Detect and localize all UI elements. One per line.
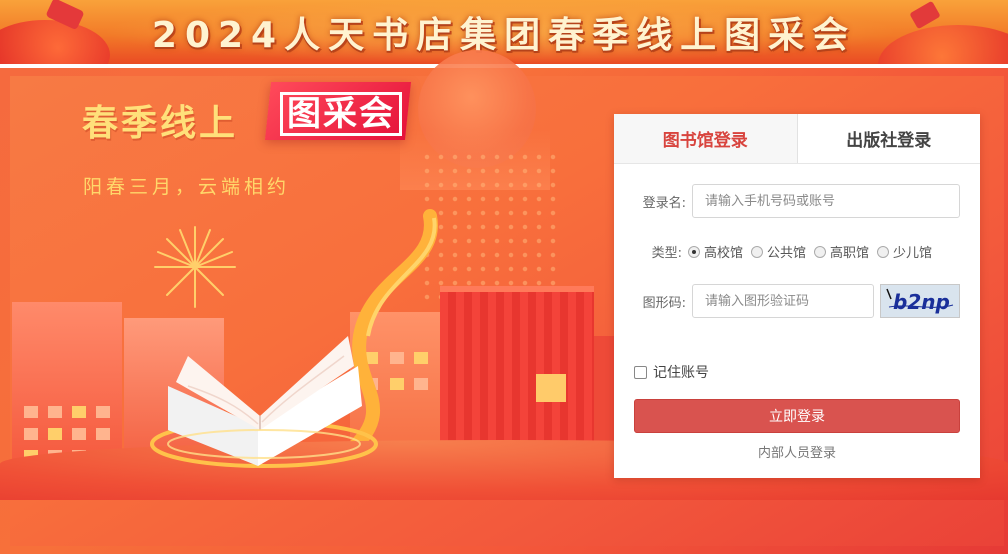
type-label: 类型: [651,246,682,261]
top-banner: 2024人天书店集团春季线上图采会 [0,0,1008,64]
banner-title: 2024人天书店集团春季线上图采会 [151,15,857,56]
captcha-text: b2np [893,290,950,314]
radio-vocational[interactable]: 高职馆 [814,242,869,261]
login-tabs: 图书馆登录 出版社登录 [614,114,980,164]
tab-publisher-login[interactable]: 出版社登录 [797,114,980,163]
staff-login-link[interactable]: 内部人员登录 [614,442,980,461]
firework-icon [154,226,236,308]
building-sign [536,374,566,402]
remember-label: 记住账号 [653,365,709,381]
type-row: 类型: 高校馆 公共馆 高职馆 少儿馆 [614,242,940,261]
radio-label-public: 公共馆 [767,246,807,261]
radio-dot-children [877,245,890,258]
type-radio-group: 高校馆 公共馆 高职馆 少儿馆 [688,242,940,261]
radio-dot-vocational [814,245,827,258]
radio-dot-college [688,245,700,258]
hero-slogan: 春季线上 [82,103,239,144]
remember-row: 记住账号 [634,362,709,382]
captcha-image[interactable]: b2np [880,284,960,318]
radio-children[interactable]: 少儿馆 [877,242,932,261]
username-input[interactable] [692,184,960,218]
login-panel: 图书馆登录 出版社登录 登录名: 类型: 高校馆 公共馆 高职馆 少儿馆 [614,114,980,478]
radio-label-vocational: 高职馆 [830,246,870,261]
remember-checkbox[interactable]: 记住账号 [634,362,709,382]
slogan-badge-text: 图采会 [280,92,402,136]
login-button[interactable]: 立即登录 [634,399,960,433]
radio-public[interactable]: 公共馆 [751,242,806,261]
remember-checkbox-box [634,365,647,379]
username-row: 登录名: [614,184,960,218]
radio-label-college: 高校馆 [704,246,744,261]
open-book-icon [150,336,378,468]
hero-subslogan: 阳春三月，云端相约 [83,176,291,198]
captcha-row: 图形码: b2np [614,284,960,318]
captcha-graphic: b2np [886,288,954,314]
captcha-label: 图形码: [642,295,686,311]
username-label: 登录名: [642,195,686,211]
tab-library-login[interactable]: 图书馆登录 [614,114,798,163]
captcha-input[interactable] [692,284,874,318]
radio-dot-public [751,245,764,258]
radio-college[interactable]: 高校馆 [688,242,743,261]
radio-label-children: 少儿馆 [893,246,933,261]
